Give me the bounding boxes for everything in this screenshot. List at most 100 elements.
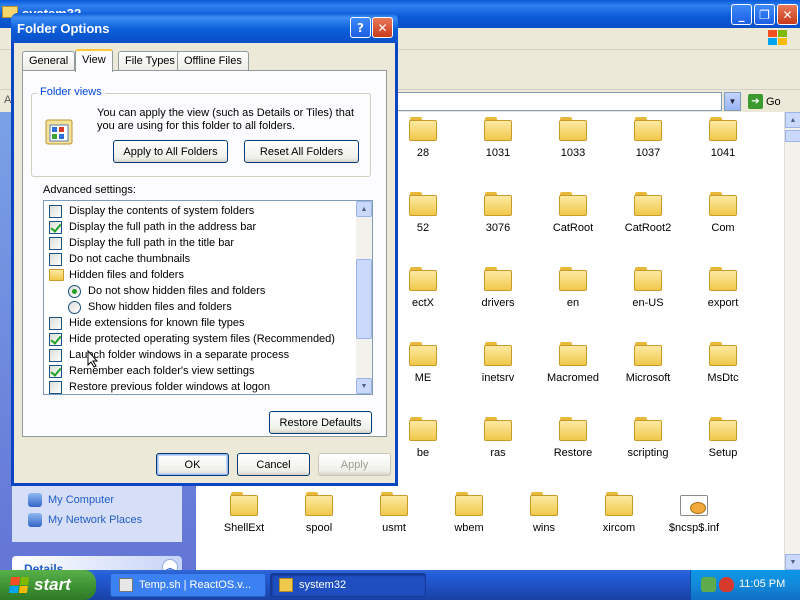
folder-item[interactable]: 1033 [536, 117, 610, 159]
folder-icon [380, 492, 408, 516]
folder-item[interactable]: Com [686, 192, 760, 234]
folder-item[interactable]: Setup [686, 417, 760, 459]
checkbox[interactable] [49, 380, 62, 394]
folder-item[interactable]: Microsoft [611, 342, 685, 384]
address-dropdown-button[interactable]: ▼ [724, 92, 741, 111]
network-tray-icon[interactable] [701, 577, 716, 592]
folder-label: xircom [602, 522, 636, 534]
folder-item[interactable]: 1031 [461, 117, 535, 159]
restore-defaults-button[interactable]: Restore Defaults [269, 411, 372, 434]
checkbox[interactable] [49, 364, 62, 378]
folder-item[interactable]: ras [461, 417, 535, 459]
dialog-titlebar: Folder Options ? ✕ [11, 13, 398, 43]
advanced-setting-row[interactable]: Hide protected operating system files (R… [49, 331, 335, 347]
checkbox[interactable] [49, 348, 62, 362]
folder-item[interactable]: scripting [611, 417, 685, 459]
folder-item[interactable]: usmt [357, 492, 431, 534]
folder-item[interactable]: spool [282, 492, 356, 534]
task-link-my-computer[interactable]: My Computer [28, 493, 114, 507]
security-shield-icon[interactable] [719, 577, 734, 592]
checkbox[interactable] [49, 316, 62, 330]
folder-icon [709, 117, 737, 141]
folder-item[interactable]: MsDtc [686, 342, 760, 384]
tab-file-types[interactable]: File Types [118, 51, 182, 71]
scroll-down-arrow[interactable]: ▼ [785, 554, 800, 570]
folder-label: export [707, 297, 739, 309]
folder-label: scripting [627, 447, 669, 459]
checkbox[interactable] [49, 332, 62, 346]
advanced-settings-scrollbar[interactable]: ▲ ▼ [356, 201, 372, 394]
folder-item[interactable]: en-US [611, 267, 685, 309]
checkbox[interactable] [49, 204, 62, 218]
folder-item[interactable]: CatRoot2 [611, 192, 685, 234]
tab-view[interactable]: View [75, 49, 113, 72]
apply-to-all-folders-button[interactable]: Apply to All Folders [113, 140, 228, 163]
folder-item[interactable]: 3076 [461, 192, 535, 234]
close-button[interactable]: ✕ [777, 4, 798, 25]
taskbar-item-label: Temp.sh | ReactOS.v... [139, 579, 252, 591]
checkbox[interactable] [49, 220, 62, 234]
advanced-setting-row[interactable]: Remember each folder's view settings [49, 363, 255, 379]
folder-item[interactable]: wbem [432, 492, 506, 534]
cancel-button[interactable]: Cancel [237, 453, 310, 476]
radio-button[interactable] [68, 284, 81, 298]
task-link-my-network-places[interactable]: My Network Places [28, 513, 142, 527]
dialog-close-button[interactable]: ✕ [372, 17, 393, 38]
folder-item[interactable]: inetsrv [461, 342, 535, 384]
folder-icon [559, 417, 587, 441]
go-button[interactable]: ➔ Go [748, 92, 781, 111]
reset-all-folders-button[interactable]: Reset All Folders [244, 140, 359, 163]
advanced-setting-row[interactable]: Display the contents of system folders [49, 203, 254, 219]
apply-button[interactable]: Apply [318, 453, 391, 476]
file-list-scrollbar[interactable]: ▲ ▼ [784, 112, 800, 570]
folder-item[interactable]: xircom [582, 492, 656, 534]
checkbox[interactable] [49, 236, 62, 250]
advanced-setting-row[interactable]: Launch folder windows in a separate proc… [49, 347, 289, 363]
folder-item[interactable]: en [536, 267, 610, 309]
ok-button[interactable]: OK [156, 453, 229, 476]
folder-item[interactable]: wins [507, 492, 581, 534]
folder-icon [409, 192, 437, 216]
advanced-setting-row[interactable]: Display the full path in the address bar [49, 219, 256, 235]
folder-item[interactable]: ShellExt [207, 492, 281, 534]
setting-label: Do not show hidden files and folders [88, 285, 266, 297]
scroll-up-arrow[interactable]: ▲ [785, 112, 800, 128]
scroll-down-arrow[interactable]: ▼ [356, 378, 372, 394]
advanced-setting-row[interactable]: Restore previous folder windows at logon [49, 379, 270, 394]
minimize-button[interactable]: _ [731, 4, 752, 25]
advanced-setting-row[interactable]: Do not show hidden files and folders [68, 283, 265, 299]
advanced-setting-row[interactable]: Do not cache thumbnails [49, 251, 190, 267]
maximize-button[interactable]: ❐ [754, 4, 775, 25]
advanced-setting-row[interactable]: Display the full path in the title bar [49, 235, 234, 251]
folder-icon [709, 417, 737, 441]
folder-item[interactable]: 1037 [611, 117, 685, 159]
start-label: start [34, 575, 71, 594]
checkbox[interactable] [49, 252, 62, 266]
advanced-setting-row[interactable]: Hide extensions for known file types [49, 315, 244, 331]
advanced-setting-row[interactable]: Show hidden files and folders [68, 299, 232, 315]
scroll-thumb[interactable] [356, 259, 372, 339]
folder-item[interactable]: drivers [461, 267, 535, 309]
tab-general[interactable]: General [22, 51, 76, 71]
radio-button[interactable] [68, 300, 81, 314]
folder-label: 1041 [710, 147, 736, 159]
setting-label: Hidden files and folders [69, 269, 184, 281]
setting-label: Launch folder windows in a separate proc… [69, 349, 290, 361]
folder-item[interactable]: Restore [536, 417, 610, 459]
taskbar-item-system32[interactable]: system32 [270, 573, 426, 597]
folder-item[interactable]: CatRoot [536, 192, 610, 234]
address-input[interactable] [396, 92, 722, 111]
file-item[interactable]: $ncsp$.inf [657, 492, 731, 534]
setting-label: Hide protected operating system files (R… [69, 333, 335, 345]
taskbar-item-temp[interactable]: Temp.sh | ReactOS.v... [110, 573, 266, 597]
tab-offline-files[interactable]: Offline Files [177, 51, 249, 71]
scroll-up-arrow[interactable]: ▲ [356, 201, 372, 217]
folder-item[interactable]: 1041 [686, 117, 760, 159]
dialog-title: Folder Options [17, 21, 110, 36]
clock[interactable]: 11:05 PM [739, 578, 785, 590]
folder-item[interactable]: Macromed [536, 342, 610, 384]
help-button[interactable]: ? [350, 17, 371, 38]
start-button[interactable]: start [0, 570, 96, 600]
folder-item[interactable]: export [686, 267, 760, 309]
scroll-thumb[interactable] [785, 130, 800, 142]
